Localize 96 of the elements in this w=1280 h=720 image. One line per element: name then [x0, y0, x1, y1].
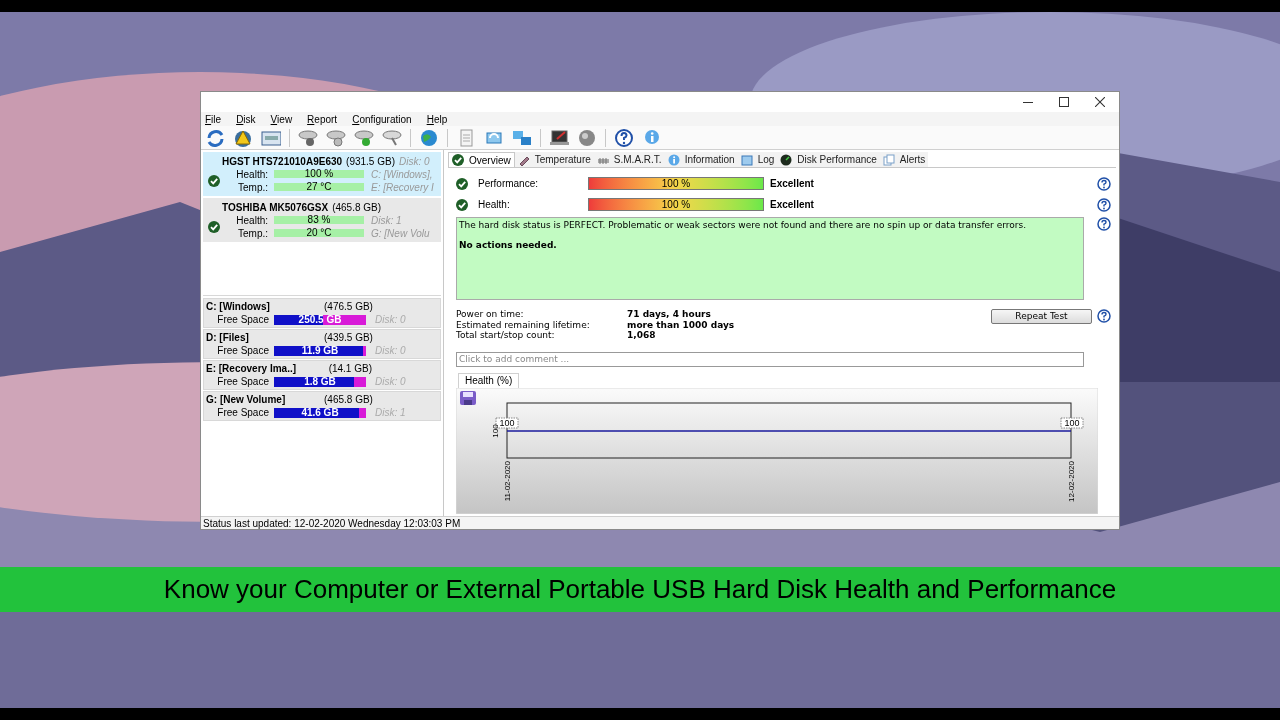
disk-item[interactable]: TOSHIBA MK5076GSX (465.8 GB) Health: 83 % Disk: 1 Temp.: 20 °C G: [New Volu [203, 198, 441, 242]
disk-note: G: [New Volu [371, 226, 430, 241]
free-space-value: 11.9 GB [300, 345, 340, 356]
menu-item[interactable]: Configuration [352, 111, 412, 127]
disk-name: HGST HTS721010A9E630 [222, 154, 343, 169]
data-label: 100 [1060, 417, 1084, 428]
menu-item[interactable]: Disk [236, 111, 256, 127]
info-label: Power on time: [456, 309, 525, 320]
drive-icon[interactable] [382, 127, 402, 148]
tab[interactable]: Disk Performance [777, 152, 880, 167]
info-label: Total start/stop count: [456, 330, 556, 341]
disk-size: (931.5 GB) [346, 154, 395, 169]
disk-note: E: [Recovery I [371, 180, 434, 195]
free-space-value: 1.8 GB [303, 376, 337, 387]
comment-field[interactable]: Click to add comment ... [456, 351, 1084, 367]
pages-icon [882, 153, 895, 166]
field-label: Health: [235, 167, 269, 182]
laptop-icon[interactable] [549, 127, 569, 148]
status-message: The hard disk status is PERFECT. Problematic or weak sectors were not found and there are no spin up or data transfer errors. [459, 220, 1027, 230]
field-label: Free Space [216, 313, 270, 327]
info-icon [667, 153, 680, 166]
help-icon[interactable] [1097, 197, 1111, 212]
temperature-bar: 20 °C [274, 229, 364, 237]
chart-tab[interactable]: Health (%) [458, 372, 520, 388]
refresh-icon[interactable] [205, 127, 225, 148]
info-label: Estimated remaining lifetime: [456, 319, 591, 330]
status-action: No actions needed. [459, 240, 558, 250]
repeat-test-button[interactable]: Repeat Test [991, 309, 1092, 324]
volume-name: G: [New Volume] [206, 393, 287, 407]
tab[interactable]: Information [664, 152, 738, 167]
disk-size: (465.8 GB) [332, 200, 382, 215]
field-label: Free Space [216, 406, 270, 420]
disk-note: Disk: 1 [371, 213, 402, 228]
menu-item[interactable]: Report [307, 111, 338, 127]
disk-name: TOSHIBA MK5076GSX [222, 200, 329, 215]
status-check-icon [208, 220, 220, 233]
info-value: more than 1000 days [627, 319, 735, 330]
disk-note: C: [Windows], [371, 167, 433, 182]
field-label: Free Space [216, 344, 270, 358]
x-tick-label: 11-02-2020 [503, 460, 512, 501]
volume-size: (439.5 GB) [324, 331, 372, 345]
volume-size: (465.8 GB) [324, 393, 372, 407]
globe-icon[interactable] [419, 127, 439, 148]
y-tick-label: 100 [491, 423, 500, 438]
volume-size: (476.5 GB) [324, 300, 372, 314]
tab[interactable]: Overview [448, 152, 515, 167]
caption-banner: Know your Computer or External Portable USB Hard Disk Health and Performance [0, 567, 1280, 612]
help-icon[interactable] [1097, 217, 1111, 231]
field-label: Temp.: [237, 180, 269, 195]
disc-icon[interactable] [577, 127, 597, 148]
help-icon[interactable] [1097, 309, 1111, 323]
field-label: Temp.: [237, 226, 269, 241]
free-space-value: 41.6 GB [300, 407, 340, 418]
health-bar: 83 % [274, 216, 364, 224]
tab[interactable]: Temperature [514, 152, 594, 167]
status-check-icon [456, 198, 468, 211]
drive-icon[interactable] [298, 127, 318, 148]
field-label: Health: [235, 213, 269, 228]
field-label: Free Space [216, 375, 270, 389]
temperature-bar: 27 °C [274, 183, 364, 191]
tab[interactable]: Alerts [879, 152, 929, 167]
metric-rating: Excellent [770, 177, 814, 191]
tab[interactable]: S.M.A.R.T. [593, 152, 665, 167]
info-value: 1,068 [627, 330, 657, 341]
check-icon [452, 154, 464, 166]
disk-item[interactable]: HGST HTS721010A9E630 (931.5 GB) Disk: 0 Health: 100 % C: [Windows], Temp.: 27 °C E: [Recovery I [203, 152, 441, 196]
menu-item[interactable]: Help [426, 111, 448, 127]
status-text: Status last updated: 12-02-2020 Wednesday 12:03:03 PM [203, 516, 461, 531]
help-icon[interactable] [614, 127, 634, 148]
disk-number: Disk: 1 [375, 406, 406, 420]
tab[interactable]: Log [737, 152, 778, 167]
drive-icon[interactable] [326, 127, 346, 148]
menu-item[interactable]: View [270, 111, 293, 127]
menu-item[interactable]: File [205, 111, 222, 127]
volume-name: E: [Recovery Ima..] [206, 362, 298, 376]
disk-number: Disk: 0 [399, 154, 430, 169]
volume-name: D: [Files] [206, 331, 250, 345]
drive-icon[interactable] [354, 127, 374, 148]
health-bar: 100 % [274, 170, 364, 178]
document-icon [740, 153, 753, 166]
info-value: 71 days, 4 hours [627, 309, 712, 320]
metric-value: 100 % [660, 199, 692, 210]
volume-name: C: [Windows] [206, 300, 271, 314]
help-icon[interactable] [1097, 176, 1111, 191]
status-check-icon [456, 177, 468, 190]
metric-label: Performance: [478, 177, 540, 191]
gauge-icon [780, 153, 793, 166]
status-check-icon [208, 174, 220, 187]
volume-size: (14.1 GB) [327, 362, 372, 376]
maximize-icon[interactable] [1059, 97, 1069, 107]
metric-label: Health: [478, 198, 511, 212]
metric-rating: Excellent [770, 198, 814, 212]
volume-item[interactable]: G: [New Volume] (465.8 GB) Free Space 41.6 GB Disk: 1 [203, 391, 441, 421]
close-icon[interactable] [1095, 97, 1105, 107]
metric-value: 100 % [660, 178, 692, 189]
x-tick-label: 12-02-2020 [1067, 460, 1076, 502]
